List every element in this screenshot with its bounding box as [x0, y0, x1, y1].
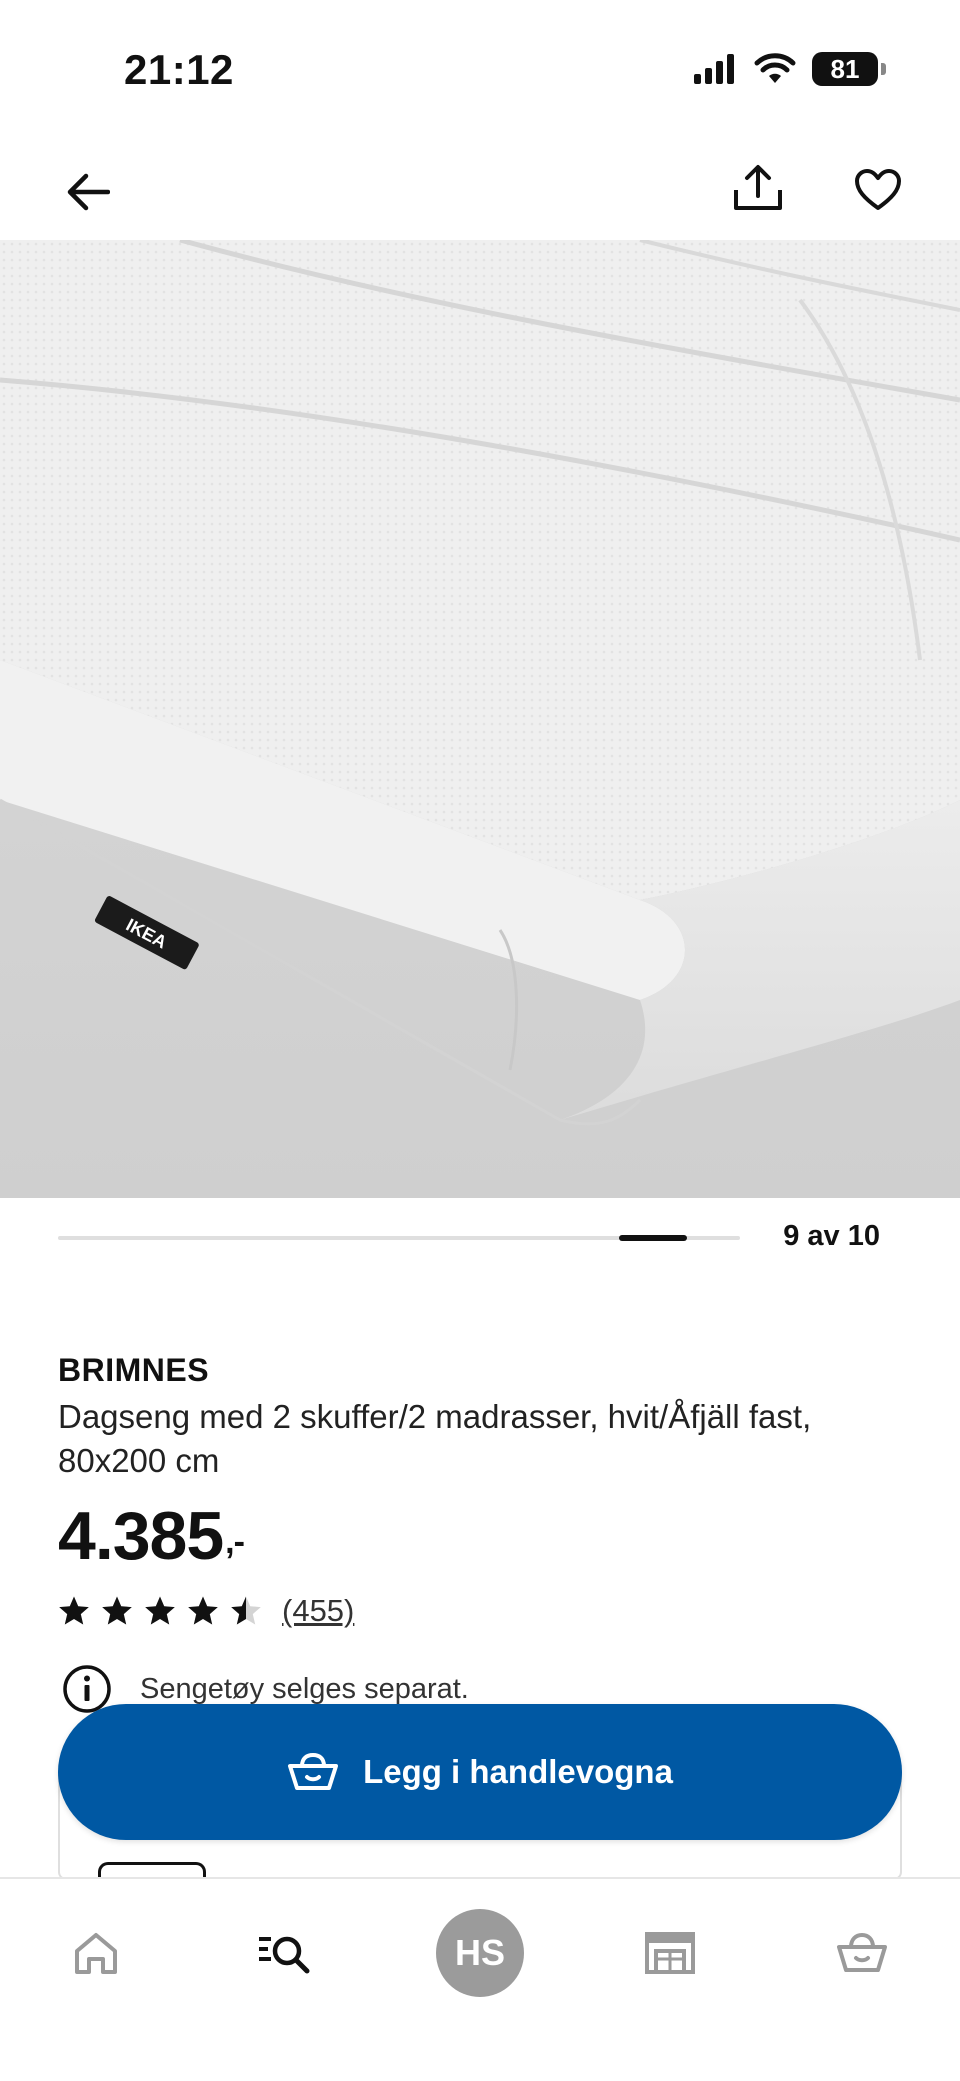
carousel-counter: 9 av 10 — [783, 1220, 880, 1252]
arrow-left-icon — [67, 173, 110, 211]
star-full-icon — [145, 1596, 175, 1625]
price-value: 4.385 — [58, 1498, 224, 1574]
add-to-cart-label: Legg i handlevogna — [363, 1753, 673, 1790]
bottom-navigation: HS — [0, 1877, 960, 2081]
star-full-icon — [102, 1596, 132, 1625]
product-image[interactable]: IKEA — [0, 240, 960, 1198]
product-info: BRIMNES Dagseng med 2 skuffer/2 madrasse… — [58, 1352, 918, 1629]
heart-icon — [855, 169, 901, 210]
mattress-illustration: IKEA — [0, 240, 960, 1198]
signal-icon — [694, 54, 734, 84]
share-button[interactable] — [726, 156, 790, 220]
avatar: HS — [436, 1909, 524, 1997]
status-bar: 21:12 81 — [0, 0, 960, 130]
star-half-icon — [231, 1596, 261, 1625]
nav-profile[interactable]: HS — [432, 1905, 528, 2001]
carousel-thumb — [619, 1235, 687, 1241]
top-app-bar — [0, 140, 960, 240]
nav-store[interactable] — [622, 1905, 718, 2001]
carousel-track[interactable] — [58, 1235, 740, 1241]
review-count-link[interactable]: (455) — [282, 1593, 354, 1629]
product-description: Dagseng med 2 skuffer/2 madrasser, hvit/… — [58, 1398, 812, 1479]
search-list-icon — [259, 1936, 310, 1974]
battery-indicator: 81 — [812, 52, 886, 86]
product-rating[interactable]: (455) — [58, 1593, 918, 1629]
nav-home[interactable] — [48, 1905, 144, 2001]
status-icons: 81 — [694, 52, 886, 86]
home-icon — [75, 1933, 117, 1974]
price-suffix: ,- — [225, 1523, 245, 1561]
image-carousel-indicator: 9 av 10 — [58, 1218, 958, 1262]
product-name: BRIMNES — [58, 1352, 210, 1388]
rating-stars — [58, 1595, 262, 1627]
star-full-icon — [188, 1596, 218, 1625]
basket-icon — [288, 1752, 339, 1790]
star-full-icon — [59, 1596, 89, 1625]
product-price: 4.385,- — [58, 1497, 918, 1575]
info-notice-text: Sengetøy selges separat. — [140, 1672, 469, 1705]
wifi-icon — [754, 53, 796, 83]
status-time: 21:12 — [124, 46, 234, 93]
battery-level: 81 — [830, 53, 860, 84]
favorite-button[interactable] — [836, 158, 920, 222]
share-icon — [734, 165, 782, 210]
cart-basket-icon — [837, 1932, 887, 1972]
back-button[interactable] — [56, 160, 120, 224]
store-icon — [645, 1932, 695, 1974]
add-to-cart-button[interactable]: Legg i handlevogna — [58, 1704, 902, 1840]
nav-cart[interactable] — [814, 1905, 910, 2001]
nav-search[interactable] — [238, 1905, 334, 2001]
